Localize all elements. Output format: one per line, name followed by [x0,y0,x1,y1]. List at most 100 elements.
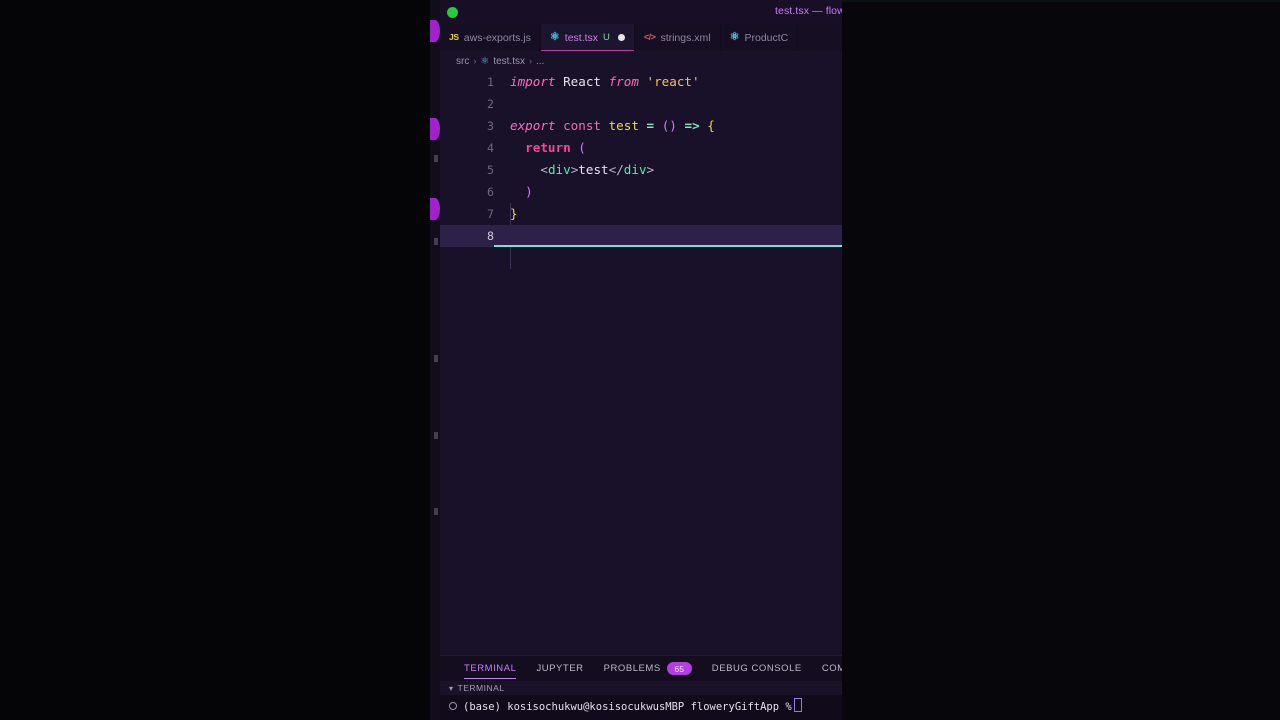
screen-root: test.tsx — flow JS aws-exports.js ⚛ test.ts… [0,0,1280,720]
code-line[interactable]: 2 [440,93,842,115]
line-number: 5 [487,163,494,177]
code-token: ) [525,184,533,199]
code-token: > [646,162,655,177]
editor-tab-strings-xml[interactable]: </> strings.xml [634,24,721,51]
xml-file-icon: </> [643,32,656,42]
unsaved-indicator-icon[interactable] [617,34,625,41]
panel-tab-label: PROBLEMS [603,663,661,674]
code-token: div [547,162,571,177]
panel-tab-label: COMMENTS [821,663,842,674]
code-token: 'react' [646,74,700,89]
code-line-content[interactable]: import React from 'react' [510,71,842,93]
panel-tab-jupyter[interactable]: JUPYTER [526,656,593,681]
line-number: 8 [487,229,494,243]
problems-count-badge: 65 [666,662,692,675]
background-window-blob [430,118,440,140]
editor-tab-label: test.tsx [564,31,599,44]
js-file-icon: JS [449,32,459,43]
breadcrumb[interactable]: src › ⚛ test.tsx › ... [440,51,842,71]
terminal-output[interactable]: (base) kosisochukwu@kosisocukwusMBP flow… [440,695,842,720]
code-line[interactable]: 6 ) [440,181,842,203]
vscode-window: test.tsx — flow JS aws-exports.js ⚛ test.ts… [440,0,842,720]
background-window-tick [434,238,438,245]
editor-tab-productc[interactable]: ⚛ ProductC [720,24,799,51]
code-token: </ [608,162,624,177]
react-file-icon: ⚛ [549,31,560,43]
code-token: div [623,162,647,177]
panel-tab-comments[interactable]: COMMENTS [812,656,842,681]
react-file-icon: ⚛ [480,55,490,67]
code-token: from [601,74,647,89]
code-line-content[interactable]: return ( [510,137,842,159]
code-token: import [510,74,564,89]
code-token: const [563,118,601,133]
code-line[interactable]: 8 [440,225,842,247]
panel-tab-label: JUPYTER [536,663,584,674]
code-token: test [608,118,639,133]
cursor-underline [494,245,842,247]
desktop-top-edge [842,0,1280,2]
code-token: React [563,74,601,89]
maximize-button[interactable] [447,7,458,18]
editor-tab-label: ProductC [744,31,789,44]
title-bar: test.tsx — flow [440,0,842,24]
terminal-prompt-text: (base) kosisochukwu@kosisocukwusMBP flow… [463,701,792,713]
code-line-content[interactable]: } [510,203,842,225]
panel-tab-terminal[interactable]: TERMINAL [454,656,526,681]
terminal-section-label: TERMINAL [457,683,505,693]
code-token: export [510,118,564,133]
background-window-tick [434,355,438,362]
chevron-right-icon: › [473,56,477,66]
terminal-section-header[interactable]: ▾ TERMINAL [440,681,842,695]
panel-tab-problems[interactable]: PROBLEMS 65 [594,656,702,681]
window-controls[interactable] [447,7,458,18]
code-token: () [661,118,677,133]
code-line[interactable]: 3 export const test = () => { [440,115,842,137]
code-line-content[interactable]: export const test = () => { [510,115,842,137]
editor-tab-label: aws-exports.js [463,31,531,44]
code-line-content[interactable]: ) [510,181,842,203]
bottom-panel: TERMINAL JUPYTER PROBLEMS 65 DEBUG CONSOLE CO… [440,655,842,720]
react-file-icon: ⚛ [729,31,740,43]
editor-tab-git-badge: U [603,32,610,43]
breadcrumb-root[interactable]: src [456,56,469,67]
breadcrumb-symbol[interactable]: ... [536,56,544,67]
line-number: 2 [487,97,494,111]
editor-tab-test-tsx[interactable]: ⚛ test.tsx U [540,24,635,51]
window-title: test.tsx — flow [775,5,842,17]
chevron-down-icon[interactable]: ▾ [449,684,454,693]
code-line[interactable]: 7} [440,203,842,225]
code-editor[interactable]: 1 import React from 'react' 2 3 export const… [440,71,842,655]
editor-tab-bar[interactable]: JS aws-exports.js ⚛ test.tsx U </> strings.xml… [440,24,842,51]
editor-tab-aws-exports-js[interactable]: JS aws-exports.js [440,24,541,51]
breadcrumb-file[interactable]: test.tsx [493,56,525,67]
code-line[interactable]: 4 return ( [440,137,842,159]
panel-tab-bar[interactable]: TERMINAL JUPYTER PROBLEMS 65 DEBUG CONSOLE CO… [440,656,842,681]
code-line[interactable]: 5 <div>test</div> [440,159,842,181]
panel-tab-label: TERMINAL [464,663,517,674]
code-token: ( [578,140,586,155]
panel-tab-label: DEBUG CONSOLE [711,663,802,674]
code-line-content[interactable]: <div>test</div> [510,159,842,181]
background-window-blob [430,198,440,220]
background-window-tick [434,155,438,162]
line-number: 4 [487,141,494,155]
panel-tab-debug-console[interactable]: DEBUG CONSOLE [702,656,812,681]
code-token: = [646,118,655,133]
chevron-right-icon: › [529,56,532,66]
code-token: return [525,140,571,155]
code-token: { [707,118,715,133]
prompt-status-icon [449,702,457,710]
line-number: 3 [487,119,494,133]
code-line[interactable]: 1 import React from 'react' [440,71,842,93]
editor-tab-label: strings.xml [660,31,711,44]
terminal-prompt-line: (base) kosisochukwu@kosisocukwusMBP flow… [463,698,802,713]
code-token: test [578,162,609,177]
line-number: 1 [487,75,494,89]
background-window-tick [434,508,438,515]
code-token: } [510,206,518,221]
